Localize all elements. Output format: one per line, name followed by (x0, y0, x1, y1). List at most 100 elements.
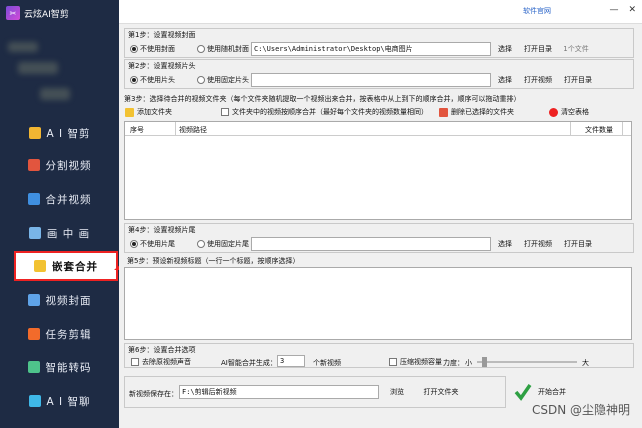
merge-video-icon (27, 193, 40, 205)
compress-checkbox[interactable]: 压缩视频容量 (389, 357, 442, 367)
app-title-text: 云炫AI智剪 (24, 9, 69, 20)
video-cover-icon (27, 294, 40, 306)
column-header-index: 序号 (130, 126, 144, 134)
sidebar-item-label: 分割视频 (45, 159, 92, 172)
step3-title: 第3步：选择待合并的视频文件夹（每个文件夹随机提取一个视频出来合并，按表格中从上… (124, 95, 521, 103)
step5-title: 第5步：预设新视频标题（一行一个标题，按顺序选择） (127, 257, 300, 265)
intro-open-dir-button[interactable]: 打开目录 (561, 73, 595, 87)
delete-selected-button[interactable]: 删除已选择的文件夹 (439, 107, 514, 117)
cover-path-input[interactable]: C:\Users\Administrator\Desktop\电商图片 (251, 42, 491, 56)
app-title: ✂ 云炫AI智剪 (6, 6, 69, 20)
main-panel: 软件官网 — ✕ 第1步：设置视频封面 不使用封面 使用随机封面 C:\User… (119, 0, 642, 428)
task-edit-icon (27, 328, 40, 340)
sidebar-item-video-cover[interactable]: 视频封面 (0, 285, 119, 315)
sidebar-item-picture-in-picture[interactable]: 画 中 画 (0, 218, 119, 248)
sidebar-item-merge-video[interactable]: 合并视频 (0, 184, 119, 214)
ai-generate-unit: 个新视频 (313, 359, 341, 367)
sidebar-item-label: 视频封面 (45, 294, 92, 307)
sidebar-item-label: 任务剪辑 (45, 328, 92, 341)
sidebar: ✂ 云炫AI智剪 A I 智剪 分割视频合并视频画 中 画嵌套合并视频封面任务剪辑… (0, 0, 119, 428)
step4-radio-no-outro[interactable]: 不使用片尾 (130, 239, 175, 249)
strength-small-label: 小 (465, 359, 472, 367)
sequential-merge-checkbox[interactable]: 文件夹中的视频按顺序合并（最好每个文件夹的视频数量相同） (221, 107, 428, 117)
open-folder-button[interactable]: 打开文件夹 (419, 385, 463, 399)
smart-transcode-icon (27, 361, 40, 373)
cover-count-label: 1个文件 (563, 45, 589, 53)
step6-group: 第6步：设置合并选项 去除原视频声音 AI智能合并生成： 3 个新视频 压缩视频… (124, 343, 634, 368)
folder-table[interactable]: 序号 视频路径 文件数量 (124, 121, 632, 220)
intro-select-button[interactable]: 选择 (495, 73, 515, 87)
column-header-path: 视频路径 (179, 126, 207, 134)
clear-table-button[interactable]: 清空表格 (549, 107, 589, 117)
outro-path-input[interactable] (251, 237, 491, 251)
watermark-text: CSDN @尘隐神明 (531, 403, 630, 417)
add-folder-button[interactable]: 添加文件夹 (125, 107, 172, 117)
strength-slider[interactable] (477, 357, 577, 367)
start-merge-label: 开始合并 (538, 388, 566, 396)
step1-radio-no-cover[interactable]: 不使用封面 (130, 44, 175, 54)
strength-slider-thumb[interactable] (481, 357, 487, 367)
sidebar-item-label: 嵌套合并 (52, 260, 98, 273)
sidebar-item-nested-merge[interactable]: 嵌套合并 (14, 251, 118, 281)
step1-radio-random-cover[interactable]: 使用随机封面 (197, 44, 249, 54)
delete-icon (439, 107, 448, 117)
sidebar-item-smart-transcode[interactable]: 智能转码 (0, 352, 119, 382)
close-button[interactable]: ✕ (628, 5, 636, 15)
app-logo-icon: ✂ (6, 6, 20, 20)
website-link[interactable]: 软件官网 (523, 6, 551, 16)
outro-open-video-button[interactable]: 打开视频 (521, 237, 555, 251)
cover-open-dir-button[interactable]: 打开目录 (521, 42, 555, 56)
sidebar-item-label: 画 中 画 (46, 227, 91, 240)
cover-select-button[interactable]: 选择 (495, 42, 515, 56)
picture-in-picture-icon (28, 227, 41, 239)
clear-icon (549, 107, 558, 117)
step1-title: 第1步：设置视频封面 (128, 31, 196, 39)
remove-audio-checkbox[interactable]: 去除原视频声音 (131, 357, 191, 367)
intro-path-input[interactable] (251, 73, 491, 87)
save-label: 新视频保存在： (129, 390, 178, 398)
sidebar-item-task-edit[interactable]: 任务剪辑 (0, 319, 119, 349)
split-video-icon (27, 159, 40, 171)
column-divider (622, 122, 623, 136)
folder-add-icon (125, 107, 134, 117)
step4-group: 第4步：设置视频片尾 不使用片尾 使用固定片尾 选择 打开视频 打开目录 (124, 223, 634, 253)
step4-radio-fixed-outro[interactable]: 使用固定片尾 (197, 239, 249, 249)
step2-group: 第2步：设置视频片头 不使用片头 使用固定片头 选择 打开视频 打开目录 (124, 59, 634, 89)
sidebar-item-label: A I 智聊 (46, 395, 91, 408)
ai-chat-icon (28, 395, 41, 407)
nested-merge-icon (34, 260, 46, 272)
sidebar-item-label: 合并视频 (45, 193, 92, 206)
strength-large-label: 大 (582, 359, 589, 367)
outro-open-dir-button[interactable]: 打开目录 (561, 237, 595, 251)
sidebar-item-label: 智能转码 (45, 361, 92, 374)
column-divider (175, 122, 176, 136)
step2-radio-fixed-intro[interactable]: 使用固定片头 (197, 75, 249, 85)
browse-button[interactable]: 浏览 (387, 385, 407, 399)
title-textarea[interactable] (124, 267, 632, 340)
step2-title: 第2步：设置视频片头 (128, 62, 196, 70)
strength-label: 力度： (443, 359, 464, 367)
blurred-region (40, 88, 70, 100)
sidebar-item-ai-cut[interactable]: A I 智剪 (0, 118, 119, 148)
sidebar-item-ai-chat[interactable]: A I 智聊 (0, 386, 119, 416)
column-divider (570, 122, 571, 136)
outro-select-button[interactable]: 选择 (495, 237, 515, 251)
step1-group: 第1步：设置视频封面 不使用封面 使用随机封面 C:\Users\Adminis… (124, 28, 634, 58)
ai-cut-icon (28, 127, 41, 139)
check-icon (514, 384, 532, 401)
column-header-count: 文件数量 (585, 126, 613, 134)
step6-title: 第6步：设置合并选项 (128, 346, 196, 354)
ai-generate-count-input[interactable]: 3 (277, 355, 305, 367)
sidebar-item-label: A I 智剪 (46, 127, 91, 140)
step2-radio-no-intro[interactable]: 不使用片头 (130, 75, 175, 85)
ai-generate-label: AI智能合并生成： (221, 359, 277, 367)
top-bar: 软件官网 — ✕ (119, 0, 642, 24)
sidebar-item-split-video[interactable]: 分割视频 (0, 150, 119, 180)
step4-title: 第4步：设置视频片尾 (128, 226, 196, 234)
intro-open-video-button[interactable]: 打开视频 (521, 73, 555, 87)
save-path-input[interactable]: F:\剪辑后新视频 (179, 385, 379, 399)
minimize-button[interactable]: — (609, 5, 618, 15)
save-group: 新视频保存在： F:\剪辑后新视频 浏览 打开文件夹 (124, 376, 506, 408)
blurred-region (18, 62, 58, 74)
blurred-region (8, 42, 38, 52)
